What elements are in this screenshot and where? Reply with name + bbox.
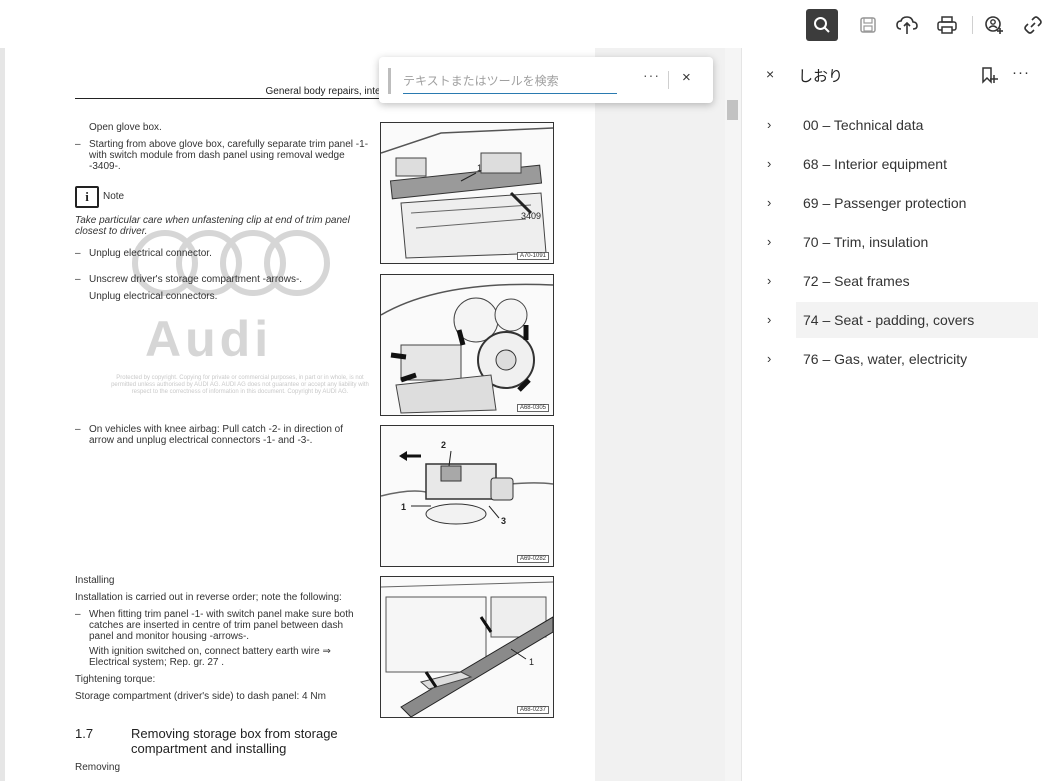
figure-driver-compartment: A68-0305 [380,274,554,416]
bookmark-label[interactable]: 00 – Technical data [803,117,923,133]
bullet: – [75,424,81,435]
installing-heading: Installing [75,575,115,586]
find-more-options-button[interactable]: ··· [643,67,660,83]
figure-id: A70-1091 [516,252,549,260]
link-icon [1024,16,1042,34]
chevron-right-icon[interactable]: › [767,117,771,132]
bullet: – [75,274,81,285]
find-divider [668,71,669,89]
add-bookmark-button[interactable] [980,66,998,89]
pdf-page: General body repairs, interior Audi Prot… [5,48,595,781]
chevron-right-icon[interactable]: › [767,195,771,210]
bookmark-item[interactable]: › 68 – Interior equipment [762,146,1038,182]
figure-id: A69-0282 [516,555,549,563]
figure-id: A68-0237 [516,706,549,714]
save-button[interactable] [852,9,884,41]
running-head: General body repairs, interior [75,86,395,99]
step-unplug-connector: Unplug electrical connector. [89,248,212,259]
chevron-right-icon[interactable]: › [767,156,771,171]
chevron-right-icon[interactable]: › [767,234,771,249]
panel-title: しおり [798,68,844,85]
vertical-scrollbar[interactable] [725,48,741,781]
step-fitting-trim: When fitting trim panel -1- with switch … [89,609,354,642]
callout-1: 1 [529,657,534,667]
document-viewer[interactable]: General body repairs, interior Audi Prot… [0,48,741,781]
chevron-right-icon[interactable]: › [767,273,771,288]
note-text: Take particular care when unfastening cl… [75,215,350,237]
cloud-upload-icon [896,15,918,35]
bookmark-item[interactable]: › 00 – Technical data [762,107,1038,143]
step-open-glove-box: Open glove box. [89,122,162,133]
bullet: – [75,248,81,259]
callout-3409: 3409 [521,211,541,221]
save-icon [859,16,877,34]
print-button[interactable] [931,9,963,41]
bookmark-item[interactable]: › 69 – Passenger protection [762,185,1038,221]
upload-button[interactable] [891,9,923,41]
bookmark-label[interactable]: 69 – Passenger protection [803,195,966,211]
share-icon [984,15,1004,35]
viewer-background [595,48,725,781]
bullet: – [75,139,81,150]
link-button[interactable] [1017,9,1049,41]
bookmark-item[interactable]: › 72 – Seat frames [762,263,1038,299]
bookmark-label[interactable]: 68 – Interior equipment [803,156,947,172]
step-unscrew-compartment: Unscrew driver's storage compartment -ar… [89,274,303,285]
figure-connectors: 2 1 3 A69-0282 [380,425,554,567]
find-bar-accent [388,68,391,94]
bookmark-label[interactable]: 74 – Seat - padding, covers [803,312,974,328]
figure-id: A68-0305 [516,404,549,412]
audi-wordmark-watermark: Audi [145,311,273,367]
bookmark-add-icon [980,67,998,88]
callout-3: 3 [501,516,506,526]
chevron-right-icon[interactable]: › [767,312,771,327]
bookmark-item[interactable]: › 76 – Gas, water, electricity [762,341,1038,377]
bullet: – [75,609,81,620]
section-title: Removing storage box from storage compar… [131,726,338,756]
bookmarks-panel: × しおり ··· › 00 – Technical data › 68 – I… [741,48,1052,781]
chevron-right-icon[interactable]: › [767,351,771,366]
bookmark-label[interactable]: 76 – Gas, water, electricity [803,351,967,367]
step-separate-trim: Starting from above glove box, carefully… [89,139,369,172]
bookmark-item-selected[interactable]: › 74 – Seat - padding, covers [767,302,1038,338]
bookmark-label[interactable]: 72 – Seat frames [803,273,910,289]
figure-glove-box: 1 3409 A70-1091 [380,122,554,264]
callout-1: 1 [401,502,406,512]
step-knee-airbag: On vehicles with knee airbag: Pull catch… [89,424,344,446]
step-ignition: With ignition switched on, connect batte… [89,646,331,668]
share-button[interactable] [978,9,1010,41]
torque-text: Storage compartment (driver's side) to d… [75,691,326,702]
print-icon [937,16,957,34]
section-number: 1.7 [75,726,94,741]
installing-text: Installation is carried out in reverse o… [75,592,342,603]
find-close-button[interactable]: × [682,69,691,86]
search-button[interactable] [806,9,838,41]
info-icon: i [75,186,99,208]
panel-close-button[interactable]: × [766,66,774,82]
scrollbar-thumb[interactable] [727,100,738,120]
torque-label: Tightening torque: [75,674,156,685]
toolbar-divider [972,16,973,34]
note-label: Note [103,191,125,202]
figure-trim-panel: 1 A68-0237 [380,576,554,718]
callout-2: 2 [441,440,446,450]
bookmark-label[interactable]: 70 – Trim, insulation [803,234,928,250]
copyright-watermark: Protected by copyright. Copying for priv… [111,375,369,395]
panel-more-button[interactable]: ··· [1012,64,1030,81]
bookmark-item[interactable]: › 70 – Trim, insulation [762,224,1038,260]
search-icon [813,16,831,34]
step-unplug-connectors: Unplug electrical connectors. [89,291,218,302]
find-input[interactable] [403,69,617,94]
removing-heading: Removing [75,762,121,773]
find-bar: ··· × [379,57,713,103]
callout-1: 1 [477,163,482,173]
top-toolbar [0,0,1052,48]
